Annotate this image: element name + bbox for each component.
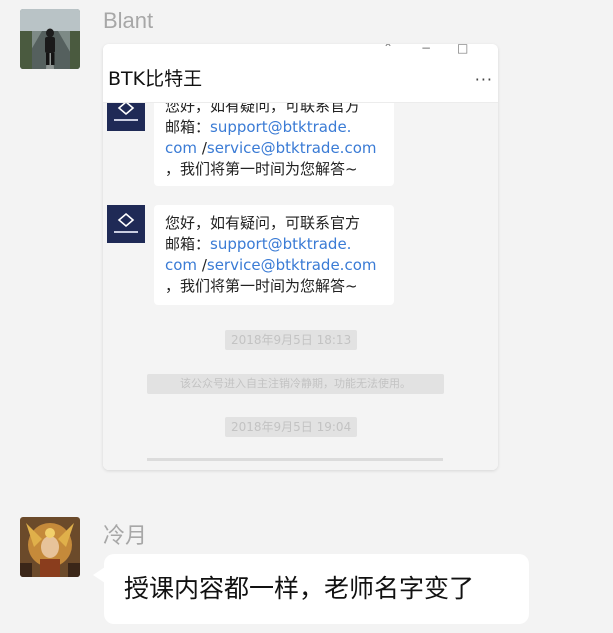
email-link-support[interactable]: support@btktrade. <box>210 235 351 253</box>
more-options-icon[interactable]: ··· <box>475 70 493 89</box>
email-link-service[interactable]: service@btktrade.com <box>207 256 377 274</box>
collapse-icon[interactable]: ⌃ <box>383 44 393 54</box>
bubble-line: com /service@btktrade.com <box>165 255 383 276</box>
bubble-text: 邮箱： <box>165 118 211 136</box>
message-bubble: 您好，如有疑问，可联系官方 邮箱：support@btktrade. com /… <box>154 205 394 305</box>
card-title: BTK比特王 <box>108 68 203 90</box>
email-link-service[interactable]: service@btktrade.com <box>207 139 377 157</box>
bubble-line: ，我们将第一时间为您解答~ <box>165 277 358 295</box>
timestamp-chip: 2018年9月5日 19:04 <box>225 417 358 437</box>
message-bubble: 授课内容都一样，老师名字变了 <box>104 554 529 624</box>
email-link-support[interactable]: support@btktrade. <box>210 118 351 136</box>
person-on-road-avatar-icon <box>20 9 80 69</box>
avatar-lengyue[interactable] <box>20 517 80 577</box>
maximize-icon[interactable]: □ <box>457 44 468 54</box>
card-header: ⌃ − □ BTK比特王 ··· <box>103 44 498 103</box>
scroll-indicator <box>147 458 443 461</box>
bubble-text: / <box>197 139 207 157</box>
sender-name: 冷月 <box>103 523 148 548</box>
btktrade-logo-icon <box>107 205 145 243</box>
bubble-line: 邮箱：support@btktrade. <box>165 234 383 255</box>
bubble-line: 您好，如有疑问，可联系官方 <box>165 214 361 232</box>
warrior-avatar-icon <box>20 517 80 577</box>
bubble-line: 邮箱：support@btktrade. <box>165 117 383 138</box>
bubble-line: ，我们将第一时间为您解答~ <box>165 160 358 178</box>
email-link-support-cont[interactable]: com <box>165 139 197 157</box>
bubble-line: com /service@btktrade.com <box>165 138 383 159</box>
card-chat-history: 您好，如有疑问，可联系官方 邮箱：support@btktrade. com /… <box>103 44 498 470</box>
bubble-text: 邮箱： <box>165 235 211 253</box>
email-link-support-cont[interactable]: com <box>165 256 197 274</box>
minimize-icon[interactable]: − <box>421 44 431 54</box>
timestamp-chip: 2018年9月5日 18:13 <box>225 330 358 350</box>
avatar-blant[interactable] <box>20 9 80 69</box>
system-notice-chip: 该公众号进入自主注销冷静期，功能无法使用。 <box>147 374 444 394</box>
sender-name: Blant <box>103 8 154 33</box>
bubble-text: / <box>197 256 207 274</box>
shared-official-account-card[interactable]: 您好，如有疑问，可联系官方 邮箱：support@btktrade. com /… <box>103 44 498 470</box>
